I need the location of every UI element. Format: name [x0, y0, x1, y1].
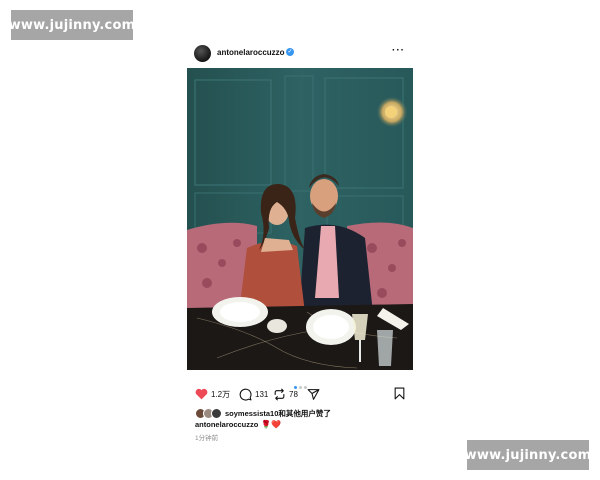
verified-icon: ✓ — [286, 48, 294, 56]
liker-avatars — [195, 407, 222, 419]
post-actions: 1.2万 131 78 — [195, 387, 407, 403]
comment-icon — [239, 388, 252, 400]
reposts-count: 78 — [289, 389, 298, 399]
photo-illustration — [187, 68, 413, 370]
share-icon — [307, 388, 320, 400]
caption-username[interactable]: antonelaroccuzzo — [195, 420, 258, 429]
repost-icon — [274, 388, 285, 400]
heart-icon — [195, 388, 208, 400]
avatar — [211, 407, 222, 419]
bookmark-icon — [394, 387, 405, 400]
likes-count: 1.2万 — [211, 389, 231, 399]
liked-by-user[interactable]: soymessista10 — [225, 409, 278, 418]
watermark-top: www.jujinny.com — [9, 10, 135, 40]
post-username[interactable]: antonelaroccuzzo — [217, 48, 285, 57]
post-photo[interactable] — [187, 68, 413, 370]
bookmark-button[interactable] — [394, 387, 405, 405]
comment-button[interactable]: 131 — [239, 387, 268, 401]
carousel-indicator — [187, 376, 413, 389]
avatar[interactable] — [194, 45, 211, 62]
like-button[interactable]: 1.2万 — [195, 387, 230, 401]
caption-emoji: 🌹❤️ — [261, 420, 282, 429]
repost-button[interactable]: 78 — [273, 387, 298, 401]
post-timestamp: 1分钟前 — [195, 435, 219, 442]
more-icon[interactable]: ··· — [392, 45, 405, 56]
comments-count: 131 — [255, 389, 269, 399]
liked-by-line: soymessista10 和其他用户赞了 — [195, 407, 331, 419]
instagram-post-card: antonelaroccuzzo ✓ ··· 1.2万 131 78 soyme… — [187, 40, 413, 442]
liked-by-suffix[interactable]: 和其他用户赞了 — [278, 408, 331, 419]
post-caption: antonelaroccuzzo 🌹❤️ — [195, 420, 281, 429]
share-button[interactable] — [307, 387, 320, 401]
post-header: antonelaroccuzzo ✓ ··· — [187, 40, 413, 68]
watermark-bottom: www.jujinny.com — [465, 440, 591, 470]
